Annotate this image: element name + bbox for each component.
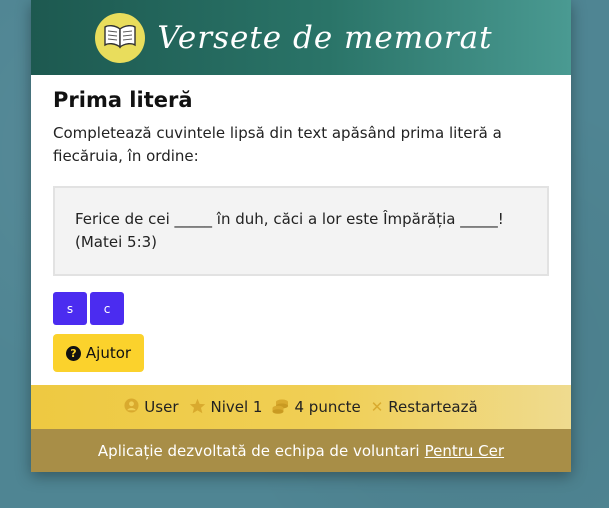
footer-text: Aplicație dezvoltată de echipa de volunt… [97, 441, 420, 460]
restart-label: Restartează [388, 398, 478, 416]
help-button[interactable]: ? Ajutor [53, 334, 144, 372]
points-item: 4 puncte [272, 398, 361, 417]
app-header: Versete de memorat [31, 0, 571, 75]
letter-buttons: s c [53, 292, 549, 325]
main-content: Prima literă Completează cuvintele lipsă… [31, 75, 571, 372]
user-item[interactable]: User [124, 398, 179, 416]
page-title: Prima literă [53, 88, 193, 112]
star-icon [189, 398, 206, 417]
app-title: Versete de memorat [157, 19, 493, 56]
app-card: Versete de memorat Prima literă Complete… [31, 0, 571, 472]
footer: Aplicație dezvoltată de echipa de volunt… [31, 429, 571, 472]
verse-reference: (Matei 5:3) [75, 233, 158, 251]
footer-link[interactable]: Pentru Cer [425, 442, 504, 460]
letter-button-c[interactable]: c [90, 292, 124, 325]
open-book-icon [103, 23, 137, 53]
logo [95, 12, 146, 63]
level-item: Nivel 1 [189, 398, 263, 417]
verse-box: Ferice de cei _____ în duh, căci a lor e… [53, 186, 549, 276]
close-icon: ✕ [370, 397, 384, 416]
question-circle-icon: ? [65, 345, 81, 361]
level-label: Nivel 1 [210, 398, 263, 416]
instructions-text: Completează cuvintele lipsă din text apă… [53, 124, 502, 165]
restart-item[interactable]: ✕ Restartează [371, 398, 478, 416]
status-bar: User Nivel 1 4 puncte ✕ Restartează [31, 385, 571, 429]
verse-text: Ferice de cei _____ în duh, căci a lor e… [75, 210, 504, 228]
coins-icon [272, 398, 289, 417]
letter-button-s[interactable]: s [53, 292, 87, 325]
points-label: 4 puncte [294, 398, 361, 416]
user-label: User [144, 398, 179, 416]
user-icon [124, 398, 139, 416]
help-label: Ajutor [85, 344, 132, 362]
